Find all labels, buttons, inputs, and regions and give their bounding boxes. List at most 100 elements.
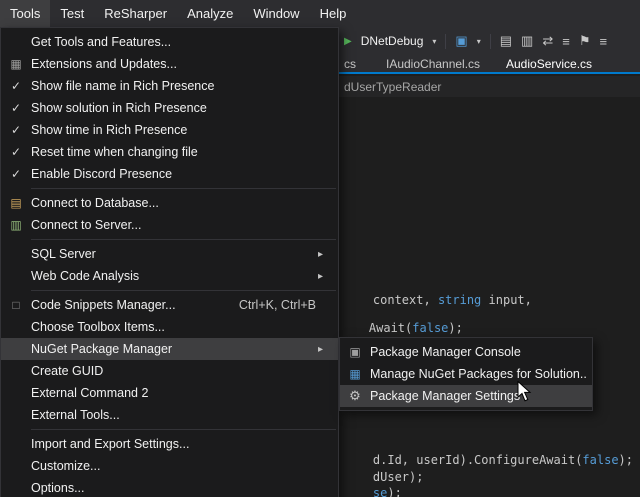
attach-dropdown-icon[interactable]: ▾: [477, 37, 481, 46]
menu-item-customize[interactable]: Customize...: [1, 455, 338, 477]
menu-item-manage-nuget-packages[interactable]: ▦ Manage NuGet Packages for Solution...: [340, 363, 592, 385]
open-file-icon[interactable]: ▥: [521, 33, 533, 49]
menu-item-label: Get Tools and Features...: [31, 35, 332, 49]
run-configuration-label[interactable]: DNetDebug: [361, 34, 424, 48]
menu-item-connect-to-database[interactable]: ▤ Connect to Database...: [1, 192, 338, 214]
checkmark-icon: ✓: [1, 145, 31, 159]
database-icon: ▤: [1, 196, 31, 210]
start-debug-icon[interactable]: ▶: [344, 36, 352, 47]
attach-debugger-icon[interactable]: ▣: [455, 33, 467, 49]
menu-item-web-code-analysis[interactable]: Web Code Analysis ▸: [1, 265, 338, 287]
menu-item-label: Choose Toolbox Items...: [31, 320, 332, 334]
menu-item-label: Create GUID: [31, 364, 332, 378]
menubar-item-analyze[interactable]: Analyze: [177, 0, 243, 27]
toolbar-separator: [445, 34, 446, 49]
vs-window: Tools Test ReSharper Analyze Window Help…: [0, 0, 640, 497]
menu-item-sql-server[interactable]: SQL Server ▸: [1, 243, 338, 265]
menu-separator: [31, 429, 336, 430]
menu-item-label: Show file name in Rich Presence: [31, 79, 332, 93]
menu-item-label: Show solution in Rich Presence: [31, 101, 332, 115]
menu-item-choose-toolbox-items[interactable]: Choose Toolbox Items...: [1, 316, 338, 338]
document-tab-partial[interactable]: cs: [344, 55, 356, 72]
menubar-item-help[interactable]: Help: [310, 0, 357, 27]
code-token: Await(: [369, 321, 412, 335]
menubar-item-window[interactable]: Window: [243, 0, 309, 27]
submenu-arrow-icon: ▸: [318, 344, 332, 355]
menu-item-package-manager-settings[interactable]: ⚙ Package Manager Settings: [340, 385, 592, 407]
submenu-arrow-icon: ▸: [318, 271, 332, 282]
menu-item-label: Import and Export Settings...: [31, 437, 332, 451]
code-token: se: [373, 486, 387, 497]
snippets-icon: □: [1, 298, 31, 312]
checkmark-icon: ✓: [1, 167, 31, 181]
menu-item-get-tools-and-features[interactable]: Get Tools and Features...: [1, 31, 338, 53]
menu-item-package-manager-console[interactable]: ▣ Package Manager Console: [340, 341, 592, 363]
swap-icon[interactable]: ⇄: [542, 33, 553, 49]
toolbar-visible-area: ▶ DNetDebug ▾ ▣ ▾ ▤ ▥ ⇄ ≡ ⚑ ≡: [344, 27, 640, 55]
code-token: );: [448, 321, 462, 335]
overflow-icon[interactable]: ≡: [599, 34, 607, 49]
menu-item-label: External Command 2: [31, 386, 332, 400]
menu-item-create-guid[interactable]: Create GUID: [1, 360, 338, 382]
menu-item-nuget-package-manager[interactable]: NuGet Package Manager ▸: [1, 338, 338, 360]
menu-item-label: Customize...: [31, 459, 332, 473]
code-token: context,: [373, 293, 438, 307]
menu-item-label: External Tools...: [31, 408, 332, 422]
menu-item-label: Connect to Server...: [31, 218, 332, 232]
code-token: input,: [481, 293, 532, 307]
checkmark-icon: ✓: [1, 79, 31, 93]
menu-item-label: Show time in Rich Presence: [31, 123, 332, 137]
menu-item-shortcut: Ctrl+K, Ctrl+B: [239, 298, 316, 312]
menubar-item-tools[interactable]: Tools: [0, 0, 50, 27]
menu-item-connect-to-server[interactable]: ▥ Connect to Server...: [1, 214, 338, 236]
menu-item-show-file-name[interactable]: ✓ Show file name in Rich Presence: [1, 75, 338, 97]
code-token: string: [438, 293, 481, 307]
menu-item-label: Manage NuGet Packages for Solution...: [370, 367, 586, 381]
menu-item-show-solution[interactable]: ✓ Show solution in Rich Presence: [1, 97, 338, 119]
menu-item-label: Connect to Database...: [31, 196, 332, 210]
toolbar-separator: [490, 34, 491, 49]
menu-item-extensions-and-updates[interactable]: ▦ Extensions and Updates...: [1, 53, 338, 75]
checkmark-icon: ✓: [1, 123, 31, 137]
code-token: false: [582, 453, 618, 467]
nuget-package-manager-submenu: ▣ Package Manager Console ▦ Manage NuGet…: [339, 337, 593, 411]
documents-icon[interactable]: ▤: [500, 33, 512, 49]
server-icon: ▥: [1, 218, 31, 232]
menu-item-label: Package Manager Console: [370, 345, 586, 359]
navigation-symbol-dropdown[interactable]: dUserTypeReader: [344, 80, 441, 94]
menubar-item-test[interactable]: Test: [50, 0, 94, 27]
document-tab-iaudiochannel[interactable]: IAudioChannel.cs: [386, 55, 480, 72]
run-config-dropdown-icon[interactable]: ▾: [432, 37, 436, 46]
console-icon: ▣: [340, 345, 370, 359]
menu-item-label: Code Snippets Manager...: [31, 298, 239, 312]
code-token: );: [619, 453, 633, 467]
menu-item-show-time[interactable]: ✓ Show time in Rich Presence: [1, 119, 338, 141]
menu-separator: [31, 239, 336, 240]
menu-item-label: Extensions and Updates...: [31, 57, 332, 71]
menu-item-label: Reset time when changing file: [31, 145, 332, 159]
extensions-icon: ▦: [1, 57, 31, 71]
menu-item-label: Enable Discord Presence: [31, 167, 332, 181]
menu-item-import-and-export-settings[interactable]: Import and Export Settings...: [1, 433, 338, 455]
menu-item-enable-discord-presence[interactable]: ✓ Enable Discord Presence: [1, 163, 338, 185]
document-tab-audioservice[interactable]: AudioService.cs: [506, 55, 592, 72]
menu-separator: [31, 188, 336, 189]
checkmark-icon: ✓: [1, 101, 31, 115]
menu-item-label: Web Code Analysis: [31, 269, 318, 283]
list-icon[interactable]: ≡: [562, 34, 570, 49]
menu-item-options[interactable]: Options...: [1, 477, 338, 497]
menu-item-reset-time[interactable]: ✓ Reset time when changing file: [1, 141, 338, 163]
menu-item-label: Options...: [31, 481, 332, 495]
menu-item-external-command-2[interactable]: External Command 2: [1, 382, 338, 404]
submenu-arrow-icon: ▸: [318, 249, 332, 260]
menu-item-label: Package Manager Settings: [370, 389, 586, 403]
menu-item-external-tools[interactable]: External Tools...: [1, 404, 338, 426]
tools-menu: Get Tools and Features... ▦ Extensions a…: [0, 27, 339, 497]
bookmark-icon[interactable]: ⚑: [579, 33, 591, 49]
menu-item-code-snippets-manager[interactable]: □ Code Snippets Manager... Ctrl+K, Ctrl+…: [1, 294, 338, 316]
menu-item-label: SQL Server: [31, 247, 318, 261]
code-token: );: [387, 486, 401, 497]
menu-separator: [31, 290, 336, 291]
menubar-item-resharper[interactable]: ReSharper: [94, 0, 177, 27]
code-token: false: [412, 321, 448, 335]
